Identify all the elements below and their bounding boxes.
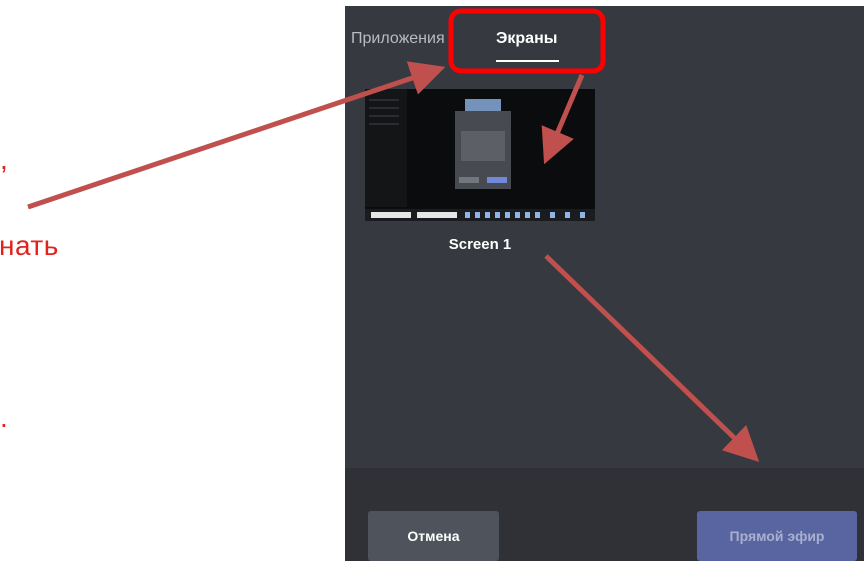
annotation-arrow [541, 74, 585, 165]
highlight-box [448, 8, 606, 74]
annotation-arrow [27, 61, 446, 210]
annotation-arrow [544, 254, 760, 462]
page: , нать . Приложения Экраны Screen 1 Отме… [0, 0, 864, 561]
annotation-overlay [27, 8, 760, 462]
